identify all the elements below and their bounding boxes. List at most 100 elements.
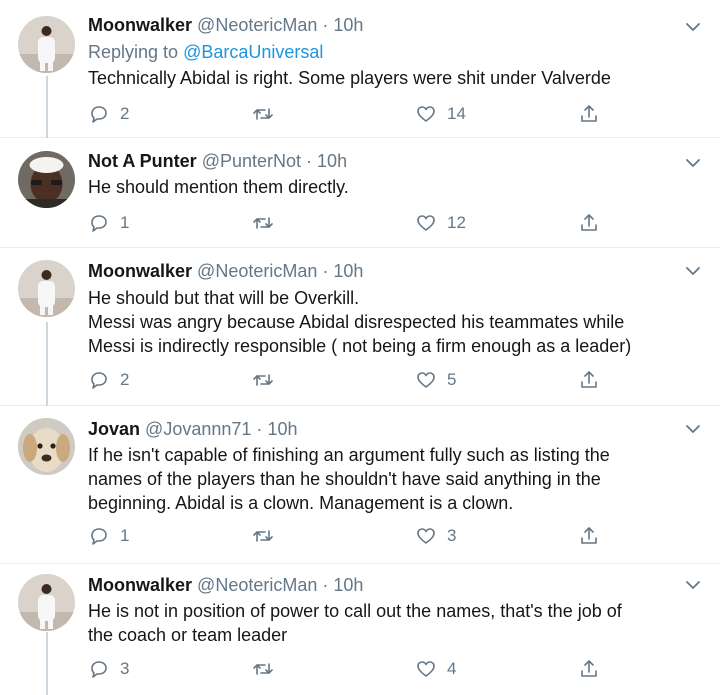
reply-icon xyxy=(91,528,107,545)
avatar-image xyxy=(18,260,75,317)
share-button[interactable] xyxy=(578,523,600,549)
share-icon xyxy=(581,371,597,388)
reply-count: 1 xyxy=(120,526,130,545)
retweet-button[interactable] xyxy=(251,367,285,393)
tweet[interactable]: Jovan @Jovannn71 · 10h If he isn't capab… xyxy=(0,406,720,563)
tweet-header: Moonwalker @NeotericMan · 10h xyxy=(88,260,363,282)
reply-button[interactable]: 1 xyxy=(88,523,129,549)
tweet-actions: 2 14 xyxy=(88,101,708,127)
tweet[interactable]: Moonwalker @NeotericMan · 10h He is not … xyxy=(0,564,720,695)
retweet-icon xyxy=(253,374,273,386)
retweet-button[interactable] xyxy=(251,101,285,127)
retweet-button[interactable] xyxy=(251,656,285,682)
tweet-text-line: names of the players than he shouldn't h… xyxy=(88,469,601,489)
avatar[interactable] xyxy=(18,16,75,73)
tweet-text: He is not in position of power to call o… xyxy=(88,599,708,647)
retweet-icon xyxy=(253,530,273,542)
retweet-button[interactable] xyxy=(251,210,285,236)
user-handle[interactable]: @Jovannn71 xyxy=(145,419,251,439)
reply-icon xyxy=(91,215,107,232)
retweet-icon xyxy=(253,108,273,120)
tweet-text-line: the coach or team leader xyxy=(88,625,288,645)
tweet-header: Not A Punter @PunterNot · 10h xyxy=(88,150,347,172)
heart-icon xyxy=(417,215,435,231)
reply-count: 3 xyxy=(120,659,130,678)
like-button[interactable]: 12 xyxy=(415,210,466,236)
timestamp[interactable]: 10h xyxy=(333,15,363,35)
user-handle[interactable]: @NeotericMan xyxy=(197,15,317,35)
avatar[interactable] xyxy=(18,260,75,317)
heart-icon xyxy=(417,661,435,677)
retweet-icon xyxy=(253,663,273,675)
share-button[interactable] xyxy=(578,101,600,127)
share-icon xyxy=(581,527,597,544)
meta-separator: · xyxy=(256,419,263,439)
tweet-actions: 3 4 xyxy=(88,656,708,682)
reply-count: 1 xyxy=(120,213,130,232)
like-count: 3 xyxy=(447,526,457,545)
retweet-button[interactable] xyxy=(251,523,285,549)
tweet[interactable]: Moonwalker @NeotericMan · 10h He should … xyxy=(0,248,720,405)
tweet-header: Moonwalker @NeotericMan · 10h xyxy=(88,14,363,36)
like-button[interactable]: 4 xyxy=(415,656,456,682)
tweet[interactable]: Not A Punter @PunterNot · 10h He should … xyxy=(0,138,720,247)
tweet[interactable]: Moonwalker @NeotericMan · 10h Replying t… xyxy=(0,0,720,137)
display-name[interactable]: Jovan xyxy=(88,419,140,439)
like-button[interactable]: 5 xyxy=(415,367,456,393)
meta-separator: · xyxy=(322,261,329,281)
reply-button[interactable]: 1 xyxy=(88,210,129,236)
heart-icon xyxy=(417,372,435,388)
replying-to-label: Replying to xyxy=(88,42,179,62)
tweet-text-line: He should mention them directly. xyxy=(88,177,349,197)
display-name[interactable]: Moonwalker xyxy=(88,575,192,595)
share-button[interactable] xyxy=(578,210,600,236)
reply-thread: Moonwalker @NeotericMan · 10h Replying t… xyxy=(0,0,720,695)
like-count: 12 xyxy=(447,213,466,232)
user-handle[interactable]: @NeotericMan xyxy=(197,575,317,595)
chevron-down-icon xyxy=(686,581,700,589)
tweet-text-line: He should but that will be Overkill. xyxy=(88,288,360,308)
tweet-text: Technically Abidal is right. Some player… xyxy=(88,66,708,90)
more-options-button[interactable] xyxy=(682,16,704,38)
more-options-button[interactable] xyxy=(682,260,704,282)
reply-button[interactable]: 2 xyxy=(88,101,129,127)
reply-button[interactable]: 2 xyxy=(88,367,129,393)
meta-separator: · xyxy=(322,575,329,595)
timestamp[interactable]: 10h xyxy=(333,261,363,281)
like-count: 14 xyxy=(447,104,466,123)
reply-button[interactable]: 3 xyxy=(88,656,129,682)
more-options-button[interactable] xyxy=(682,418,704,440)
meta-separator: · xyxy=(322,15,329,35)
user-handle[interactable]: @PunterNot xyxy=(202,151,301,171)
chevron-down-icon xyxy=(686,159,700,167)
more-options-button[interactable] xyxy=(682,574,704,596)
more-options-button[interactable] xyxy=(682,152,704,174)
tweet-header: Moonwalker @NeotericMan · 10h xyxy=(88,574,363,596)
like-count: 5 xyxy=(447,370,457,389)
like-button[interactable]: 3 xyxy=(415,523,456,549)
user-handle[interactable]: @NeotericMan xyxy=(197,261,317,281)
timestamp[interactable]: 10h xyxy=(267,419,297,439)
share-button[interactable] xyxy=(578,656,600,682)
share-button[interactable] xyxy=(578,367,600,393)
meta-separator: · xyxy=(306,151,313,171)
reply-icon xyxy=(91,661,107,678)
tweet-actions: 2 5 xyxy=(88,367,708,393)
replying-to-link[interactable]: @BarcaUniversal xyxy=(183,42,323,62)
heart-icon xyxy=(417,528,435,544)
avatar[interactable] xyxy=(18,151,75,208)
avatar[interactable] xyxy=(18,418,75,475)
display-name[interactable]: Moonwalker xyxy=(88,261,192,281)
display-name[interactable]: Not A Punter xyxy=(88,151,197,171)
tweet-text-line: Messi was angry because Abidal disrespec… xyxy=(88,312,625,332)
timestamp[interactable]: 10h xyxy=(333,575,363,595)
replying-to: Replying to @BarcaUniversal xyxy=(88,41,323,63)
timestamp[interactable]: 10h xyxy=(317,151,347,171)
chevron-down-icon xyxy=(686,23,700,31)
display-name[interactable]: Moonwalker xyxy=(88,15,192,35)
reply-icon xyxy=(91,106,107,123)
like-button[interactable]: 14 xyxy=(415,101,466,127)
avatar[interactable] xyxy=(18,574,75,631)
tweet-actions: 1 12 xyxy=(88,210,708,236)
avatar-image xyxy=(18,418,75,475)
